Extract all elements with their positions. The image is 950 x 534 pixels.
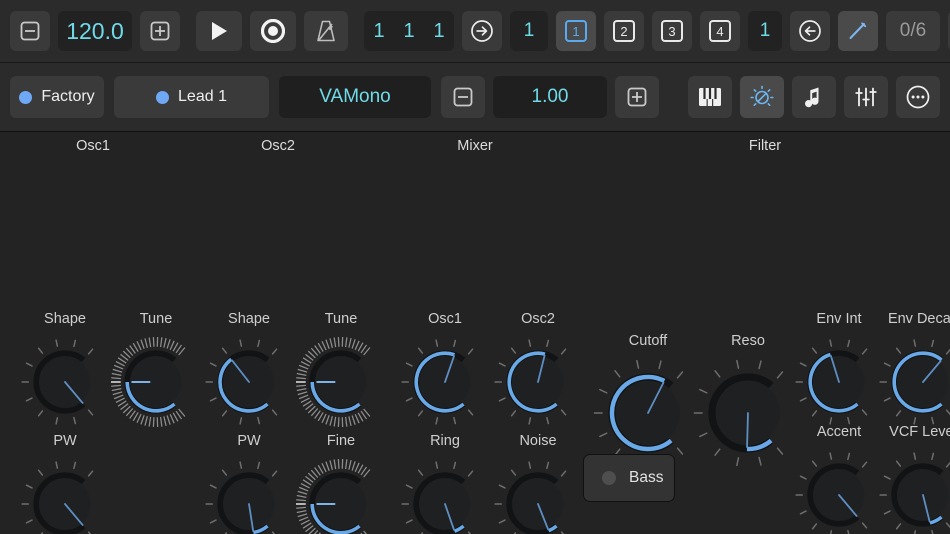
section-label-filter: Filter <box>748 138 782 154</box>
knob-osc1-pw[interactable]: PW <box>13 433 117 534</box>
bpm-decrement-button[interactable] <box>10 11 50 51</box>
bank-button-4[interactable]: 4 <box>700 11 740 51</box>
bank-label-1: 1 <box>565 20 587 42</box>
knob-label-osc2-fine: Fine <box>326 433 356 449</box>
knob-mixer-ring[interactable]: Ring <box>393 433 497 534</box>
position-tick: 1 <box>433 19 445 42</box>
knob-osc2-tune[interactable]: Tune <box>289 311 393 434</box>
bank-label-4: 4 <box>709 20 731 42</box>
pencil-icon[interactable] <box>838 11 878 51</box>
loop-forward-button[interactable] <box>462 11 502 51</box>
bank-label-2: 2 <box>613 20 635 42</box>
record-button[interactable] <box>250 11 296 51</box>
knob-osc2-fine[interactable]: Fine <box>289 433 393 534</box>
more-circle-icon[interactable] <box>896 76 940 118</box>
synth-app: 120.0 1 1 1 1 1 2 3 4 1 0/6 Factory Lead… <box>0 0 950 534</box>
keyboard-icon[interactable] <box>688 76 732 118</box>
xy-pad-icon[interactable] <box>740 76 784 118</box>
knob-osc1-tune[interactable]: Tune <box>104 311 208 434</box>
knob-filter-vcf-level[interactable]: VCF Level <box>871 424 950 534</box>
knob-label-filter-vcf-level: VCF Level <box>889 424 950 440</box>
section-label-osc1: Osc1 <box>76 138 110 154</box>
bank-label-3: 3 <box>661 20 683 42</box>
knob-osc2-shape[interactable]: Shape <box>197 311 301 434</box>
knob-label-mixer-noise: Noise <box>519 433 557 449</box>
knob-label-osc2-pw: PW <box>237 433 261 449</box>
knob-mixer-osc1[interactable]: Osc1 <box>393 311 497 434</box>
preset-bank-button[interactable]: Factory <box>10 76 104 118</box>
preset-value-display[interactable]: 1.00 <box>493 76 607 118</box>
knob-filter-env-decay[interactable]: Env Decay <box>871 311 950 434</box>
metronome-icon[interactable] <box>304 11 348 51</box>
knob-label-osc1-tune: Tune <box>139 311 173 327</box>
knob-label-mixer-ring: Ring <box>430 433 460 449</box>
pattern-number[interactable]: 1 <box>510 11 548 51</box>
knob-osc2-pw[interactable]: PW <box>197 433 301 534</box>
knob-label-filter-accent: Accent <box>816 424 862 440</box>
knob-label-filter-cutoff: Cutoff <box>628 333 668 349</box>
knob-mixer-osc2[interactable]: Osc2 <box>486 311 590 434</box>
section-label-osc2: Osc2 <box>261 138 295 154</box>
knob-label-osc1-pw: PW <box>53 433 77 449</box>
transport-toolbar: 120.0 1 1 1 1 1 2 3 4 1 0/6 <box>0 0 950 62</box>
preset-category-label: Lead 1 <box>178 88 227 105</box>
mixer-sliders-icon[interactable] <box>844 76 888 118</box>
position-bar: 1 <box>373 19 385 42</box>
knob-label-osc2-shape: Shape <box>228 311 270 327</box>
preset-value-increment[interactable] <box>615 76 659 118</box>
preset-category-button[interactable]: Lead 1 <box>114 76 269 118</box>
knob-mixer-noise[interactable]: Noise <box>486 433 590 534</box>
step-counter[interactable]: 0/6 <box>886 11 940 51</box>
knob-label-osc1-shape: Shape <box>44 311 86 327</box>
led-icon-bass <box>602 471 616 485</box>
position-display[interactable]: 1 1 1 <box>364 11 454 51</box>
synth-panel: Osc1 Osc2 Mixer Filter Shape Tune Shape Tune Os… <box>0 132 950 534</box>
bank-led-icon <box>19 90 33 104</box>
knob-label-mixer-osc2: Osc2 <box>521 311 555 327</box>
toggle-bass[interactable]: Bass <box>583 454 675 502</box>
knob-label-filter-env-int: Env Int <box>816 311 862 327</box>
knob-osc1-shape[interactable]: Shape <box>13 311 117 434</box>
knob-label-filter-reso: Reso <box>731 333 765 349</box>
bpm-increment-button[interactable] <box>140 11 180 51</box>
category-led-icon <box>156 90 170 104</box>
play-button[interactable] <box>196 11 242 51</box>
bank-button-1[interactable]: 1 <box>556 11 596 51</box>
undo-button[interactable] <box>790 11 830 51</box>
position-beat: 1 <box>403 19 415 42</box>
bank-button-2[interactable]: 2 <box>604 11 644 51</box>
knob-label-filter-env-decay: Env Decay <box>887 311 950 327</box>
preset-bank-label: Factory <box>41 88 95 105</box>
toggle-label-bass: Bass <box>629 469 664 486</box>
section-label-mixer: Mixer <box>457 138 493 154</box>
knob-label-mixer-osc1: Osc1 <box>428 311 462 327</box>
note-icon[interactable] <box>792 76 836 118</box>
bank-number[interactable]: 1 <box>748 11 782 51</box>
preset-name-display[interactable]: VAMono <box>279 76 431 118</box>
preset-value-decrement[interactable] <box>441 76 485 118</box>
bank-button-3[interactable]: 3 <box>652 11 692 51</box>
bpm-display[interactable]: 120.0 <box>58 11 132 51</box>
knob-label-osc2-tune: Tune <box>324 311 358 327</box>
preset-toolbar: Factory Lead 1 VAMono 1.00 <box>0 62 950 132</box>
